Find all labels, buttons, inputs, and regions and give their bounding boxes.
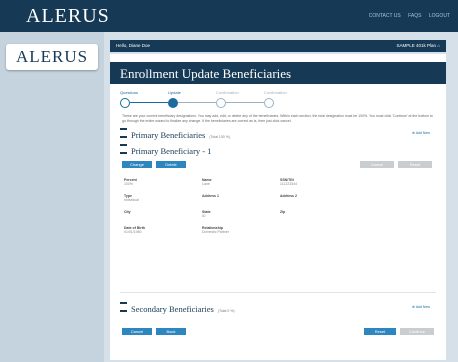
back-button[interactable]: Back bbox=[156, 328, 186, 335]
type-field: Type Individual bbox=[124, 194, 139, 202]
greeting-bar: Hello, Diane Doe SAMPLE 401k Plan ⌂ bbox=[110, 40, 446, 52]
name-field: Name Lane bbox=[202, 178, 212, 186]
primary-section-title: Primary Beneficiaries (Total 100 %) bbox=[120, 128, 230, 140]
intro-text: These are your current beneficiary desig… bbox=[122, 114, 433, 123]
page-title: Enrollment Update Beneficiaries bbox=[120, 66, 292, 81]
secondary-add-new-link[interactable]: ⊕ Add New bbox=[412, 305, 430, 309]
step-circle-current bbox=[168, 98, 178, 108]
reset-button[interactable]: Reset bbox=[364, 328, 396, 335]
sidebar-logo: ALERUS bbox=[6, 44, 98, 70]
top-header: ALERUS CONTACT US FAQS LOGOUT bbox=[0, 0, 458, 32]
home-icon[interactable]: ⌂ bbox=[437, 43, 440, 48]
zip-field: Zip bbox=[280, 210, 286, 214]
section-divider bbox=[120, 292, 436, 293]
step-circle-done bbox=[120, 98, 130, 108]
step-connector bbox=[178, 102, 216, 103]
contact-us-link[interactable]: CONTACT US bbox=[369, 13, 401, 19]
step-label-3: Confirmation bbox=[216, 90, 239, 95]
step-circle-pending bbox=[264, 98, 274, 108]
reset-edit-button[interactable]: Reset bbox=[398, 161, 432, 168]
relationship-field: Relationship Domestic Partner bbox=[202, 226, 230, 234]
step-label-4: Confirmation bbox=[264, 90, 287, 95]
greeting-text: Hello, Diane Doe bbox=[116, 43, 151, 48]
top-links: CONTACT US FAQS LOGOUT bbox=[363, 13, 450, 19]
continue-button[interactable]: Continue bbox=[400, 328, 434, 335]
cancel-edit-button[interactable]: Cancel bbox=[360, 161, 394, 168]
change-button[interactable]: Change bbox=[122, 161, 152, 168]
secondary-total: (Total 0 %) bbox=[217, 309, 235, 313]
cancel-button[interactable]: Cancel bbox=[122, 328, 152, 335]
list-icon bbox=[120, 144, 127, 154]
sidebar bbox=[0, 32, 104, 362]
primary-total: (Total 100 %) bbox=[209, 135, 230, 139]
step-label-1: Questions bbox=[120, 90, 139, 95]
percent-field: Percent 100% bbox=[124, 178, 137, 186]
city-field: City bbox=[124, 210, 131, 214]
primary-add-new-link[interactable]: ⊕ Add New bbox=[412, 131, 430, 135]
faqs-link[interactable]: FAQS bbox=[408, 13, 421, 19]
step-circle-pending bbox=[216, 98, 226, 108]
content-panel: Enrollment Update Beneficiaries Question… bbox=[110, 54, 446, 360]
step-connector bbox=[226, 102, 264, 103]
address2-field: Address 2 bbox=[280, 194, 297, 198]
secondary-section-title: Secondary Beneficiaries (Total 0 %) bbox=[120, 302, 235, 314]
logout-link[interactable]: LOGOUT bbox=[429, 13, 450, 19]
beneficiary-title: Primary Beneficiary - 1 bbox=[120, 144, 211, 156]
main-area: Hello, Diane Doe SAMPLE 401k Plan ⌂ Enro… bbox=[104, 32, 458, 362]
address1-field: Address 1 bbox=[202, 194, 219, 198]
list-icon bbox=[120, 302, 127, 312]
dob-field: Date of Birth 01/01/1980 bbox=[124, 226, 145, 234]
step-connector bbox=[130, 102, 168, 103]
sidebar-logo-text: ALERUS bbox=[15, 47, 89, 66]
plan-name[interactable]: SAMPLE 401k Plan ⌂ bbox=[396, 40, 440, 52]
state-field: State ID bbox=[202, 210, 211, 218]
ssn-field: SSN/TIN 111223344 bbox=[280, 178, 297, 186]
brand-logo: ALERUS bbox=[26, 5, 110, 27]
page-title-bar: Enrollment Update Beneficiaries bbox=[110, 62, 446, 84]
step-label-2: Update bbox=[168, 90, 181, 95]
delete-button[interactable]: Delete bbox=[156, 161, 186, 168]
list-icon bbox=[120, 128, 127, 138]
